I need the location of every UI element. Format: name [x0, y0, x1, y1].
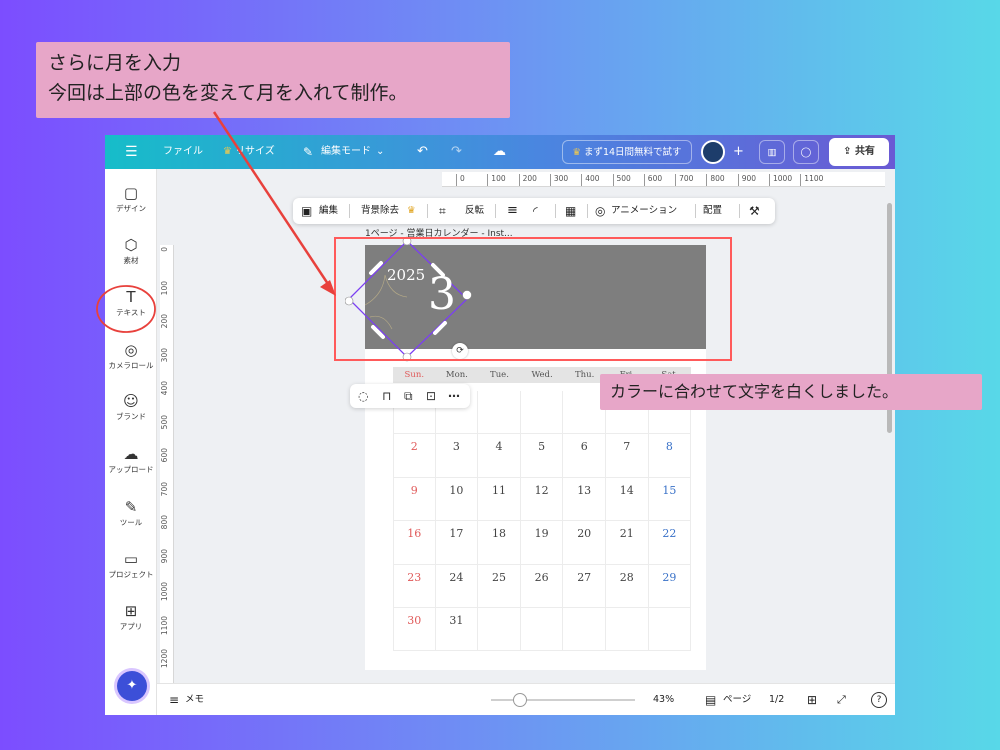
annotation-callout-right: カラーに合わせて文字を白くしました。 — [600, 374, 982, 410]
arrow-line — [212, 111, 334, 291]
arrow-head — [320, 280, 336, 296]
callout-right-text: カラーに合わせて文字を白くしました。 — [610, 382, 899, 401]
text-tool-circle — [96, 285, 156, 333]
